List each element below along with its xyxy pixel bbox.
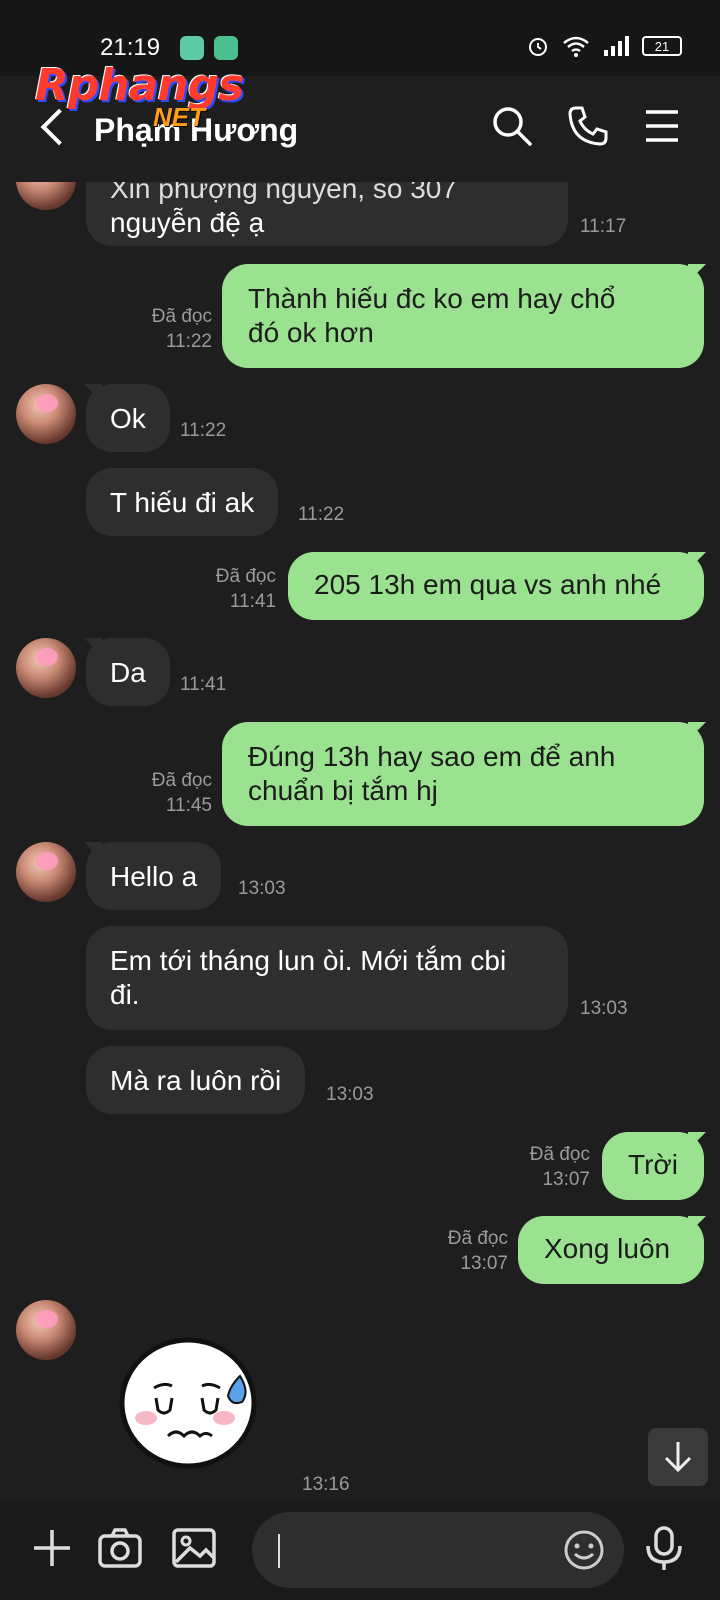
message-time: 13:07 xyxy=(542,1169,590,1190)
message-text: Ok xyxy=(110,403,146,434)
message-text-line: Thành hiếu đc ko em hay chổ xyxy=(248,283,616,314)
message-time: 11:41 xyxy=(180,674,227,695)
read-receipt: Đã đọc 11:22 xyxy=(140,304,212,354)
scroll-down-button[interactable] xyxy=(648,1428,708,1486)
battery-level: 21 xyxy=(654,38,670,54)
message-time: 11:22 xyxy=(165,331,212,352)
message-time: 13:03 xyxy=(238,878,286,899)
message-text-line: đó ok hơn xyxy=(248,317,374,348)
menu-icon[interactable] xyxy=(640,104,684,148)
message-bubble-incoming[interactable]: Mà ra luôn rồi xyxy=(86,1046,306,1114)
message-time: 13:03 xyxy=(326,1084,374,1105)
message-bubble-outgoing[interactable]: Thành hiếu đc ko em hay chổ đó ok hơn xyxy=(222,264,704,368)
status-time: 21:19 xyxy=(100,34,161,61)
message-bubble-incoming[interactable]: Ok xyxy=(86,384,170,452)
message-bubble-incoming[interactable]: T hiếu đi ak xyxy=(86,468,279,536)
watermark-main: Rphangs xyxy=(35,60,244,111)
text-cursor xyxy=(278,1534,280,1568)
read-label: Đã đọc xyxy=(151,306,212,327)
read-label: Đã đọc xyxy=(151,770,212,791)
mic-icon[interactable] xyxy=(640,1524,688,1572)
message-text: 205 13h em qua vs anh nhé xyxy=(314,569,662,600)
message-time: 13:07 xyxy=(460,1253,508,1274)
message-text: T hiếu đi ak xyxy=(110,487,255,518)
message-text: Da xyxy=(110,657,146,688)
call-icon[interactable] xyxy=(566,104,610,148)
message-bubble-incoming[interactable]: Hello a xyxy=(86,842,222,910)
message-text: Mà ra luôn rồi xyxy=(110,1065,282,1096)
read-receipt: Đã đọc 11:41 xyxy=(204,564,276,614)
emoji-icon[interactable] xyxy=(562,1528,606,1572)
watermark-logo: Rphangs NET xyxy=(35,60,244,132)
contact-avatar[interactable] xyxy=(16,638,76,698)
message-text: Xong luôn xyxy=(544,1233,671,1264)
read-receipt: Đã đọc 11:45 xyxy=(140,768,212,818)
message-time: 11:22 xyxy=(180,420,227,441)
alarm-icon xyxy=(529,38,547,56)
read-receipt: Đã đọc 13:07 xyxy=(518,1142,590,1192)
read-label: Đã đọc xyxy=(529,1144,590,1165)
message-bubble-incoming[interactable]: Em tới tháng lun òi. Mới tắm cbi đi. xyxy=(86,926,568,1030)
message-bubble-outgoing[interactable]: Xong luôn xyxy=(518,1216,704,1284)
compose-toolbar xyxy=(0,1500,720,1600)
message-bubble-outgoing[interactable]: 205 13h em qua vs anh nhé xyxy=(288,552,704,620)
sweat-face-sticker[interactable] xyxy=(118,1336,258,1470)
contact-avatar[interactable] xyxy=(16,1300,76,1360)
download-notification-icon xyxy=(214,36,238,60)
back-button[interactable] xyxy=(36,106,72,150)
message-text-line: Em tới tháng lun òi. Mới tắm cbi xyxy=(110,945,507,976)
contact-avatar[interactable] xyxy=(16,842,76,902)
message-text-line: Đúng 13h hay sao em để anh xyxy=(248,741,616,772)
message-time: 13:03 xyxy=(580,998,628,1019)
message-text: Trời xyxy=(628,1149,678,1180)
message-bubble-outgoing[interactable]: Trời xyxy=(602,1132,704,1200)
message-time: 11:22 xyxy=(298,504,345,525)
message-text-line: đi. xyxy=(110,979,140,1010)
read-label: Đã đọc xyxy=(447,1228,508,1249)
app-notification-icon xyxy=(180,36,204,60)
message-time: 11:17 xyxy=(580,216,627,237)
message-time: 13:16 xyxy=(302,1474,350,1495)
plus-icon[interactable] xyxy=(28,1524,76,1572)
status-icons: 21 xyxy=(526,34,682,58)
message-input[interactable] xyxy=(252,1512,624,1588)
message-text-line: nguyễn đệ ạ xyxy=(110,207,265,238)
message-time: 11:45 xyxy=(165,795,212,816)
image-icon[interactable] xyxy=(170,1524,218,1572)
message-text: Hello a xyxy=(110,861,198,892)
read-label: Đã đọc xyxy=(215,566,276,587)
message-time: 11:41 xyxy=(229,591,276,612)
signal-icon xyxy=(604,36,629,56)
message-bubble-outgoing[interactable]: Đúng 13h hay sao em để anh chuẩn bị tắm … xyxy=(222,722,704,826)
read-receipt: Đã đọc 13:07 xyxy=(436,1226,508,1276)
camera-icon[interactable] xyxy=(96,1524,144,1572)
watermark-net: NET xyxy=(153,102,205,132)
contact-avatar[interactable] xyxy=(16,384,76,444)
battery-icon: 21 xyxy=(642,36,682,56)
wifi-icon xyxy=(563,36,589,57)
message-bubble-incoming[interactable]: Da xyxy=(86,638,170,706)
message-text-line: chuẩn bị tắm hj xyxy=(248,775,438,806)
search-icon[interactable] xyxy=(490,104,534,148)
arrow-down-icon xyxy=(664,1442,692,1473)
